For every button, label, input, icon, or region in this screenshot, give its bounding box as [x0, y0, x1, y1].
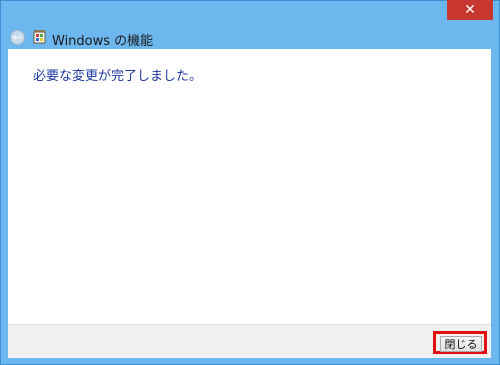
status-message: 必要な変更が完了しました。 — [33, 69, 203, 84]
window-close-button[interactable]: ✕ — [447, 0, 493, 20]
dialog-window: ✕ ← Windows の機能 必要な変更が完了しました。 閉じる — [0, 0, 500, 365]
dialog-footer: 閉じる — [8, 324, 491, 358]
windows-features-icon — [33, 30, 46, 44]
dialog-header: ← Windows の機能 — [1, 27, 499, 49]
title-bar[interactable]: ✕ — [1, 0, 499, 27]
dialog-title: Windows の機能 — [52, 34, 154, 49]
content-area: 必要な変更が完了しました。 — [8, 49, 491, 324]
close-icon: ✕ — [464, 2, 476, 18]
back-arrow-glyph: ← — [12, 31, 23, 44]
back-arrow-icon[interactable]: ← — [10, 30, 25, 45]
close-button[interactable]: 閉じる — [440, 336, 482, 352]
